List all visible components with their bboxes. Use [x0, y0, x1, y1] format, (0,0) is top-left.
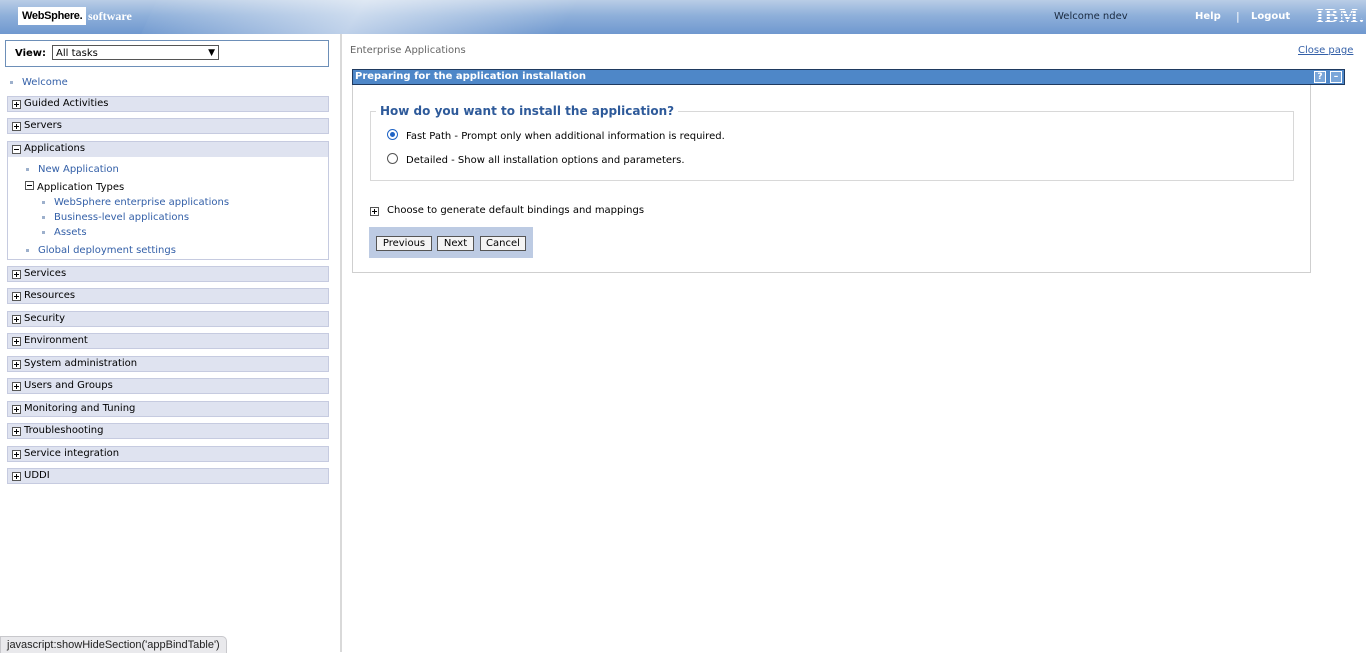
- nav-category-services[interactable]: Services: [7, 266, 329, 282]
- nav-category-service-integration[interactable]: Service integration: [7, 446, 329, 462]
- help-link[interactable]: Help: [1195, 11, 1221, 22]
- expand-icon: [12, 122, 21, 131]
- nav-item-global-deployment-settings[interactable]: Global deployment settings: [26, 245, 176, 256]
- nav-category-label: Services: [24, 268, 67, 279]
- nav-category-label: System administration: [24, 358, 138, 369]
- top-banner: WebSphere. software Welcome ndev Help | …: [0, 0, 1366, 34]
- nav-category-label: Service integration: [24, 448, 120, 459]
- help-icon[interactable]: ?: [1314, 71, 1326, 83]
- bullet-icon: [26, 248, 29, 252]
- panel-titlebar: Preparing for the application installati…: [352, 69, 1345, 85]
- browser-status-bar: javascript:showHideSection('appBindTable…: [0, 636, 227, 653]
- nav-item-label: New Application: [38, 164, 119, 175]
- nav-item-welcome-label: Welcome: [22, 77, 68, 88]
- banner-separator: |: [1236, 10, 1240, 23]
- nav-category-applications-panel: Applications New Application Application…: [7, 141, 329, 260]
- nav-item-label: Assets: [54, 227, 87, 238]
- nav-category-system-administration[interactable]: System administration: [7, 356, 329, 372]
- nav-category-resources[interactable]: Resources: [7, 288, 329, 304]
- nav-category-label: Security: [24, 313, 66, 324]
- page-title: Preparing for the application installati…: [355, 71, 586, 82]
- nav-category-label: Environment: [24, 335, 88, 346]
- expand-icon: [12, 450, 21, 459]
- nav-category-servers[interactable]: Servers: [7, 118, 329, 134]
- next-button[interactable]: Next: [437, 236, 474, 251]
- bullet-icon: [42, 230, 45, 234]
- expand-icon: [12, 270, 21, 279]
- bullet-icon: [42, 200, 45, 204]
- welcome-user-text: Welcome ndev: [1054, 11, 1128, 22]
- logout-link[interactable]: Logout: [1251, 11, 1290, 22]
- nav-category-guided-activities[interactable]: Guided Activities: [7, 96, 329, 112]
- install-options-group: [370, 111, 1294, 181]
- detailed-label[interactable]: Detailed - Show all installation options…: [406, 155, 685, 166]
- nav-category-label: Users and Groups: [24, 380, 113, 391]
- nav-item-new-application[interactable]: New Application: [26, 164, 119, 175]
- nav-category-label: Troubleshooting: [24, 425, 104, 436]
- install-question: How do you want to install the applicati…: [376, 104, 679, 118]
- ibm-logo: IBM.: [1316, 5, 1365, 27]
- nav-category-monitoring-and-tuning[interactable]: Monitoring and Tuning: [7, 401, 329, 417]
- view-selector-box: View: All tasks ▼: [5, 40, 329, 67]
- nav-category-applications[interactable]: Applications: [8, 142, 328, 157]
- fast-path-label[interactable]: Fast Path - Prompt only when additional …: [406, 131, 725, 142]
- nav-category-label: UDDI: [24, 470, 50, 481]
- nav-item-websphere-enterprise-applications[interactable]: WebSphere enterprise applications: [42, 197, 229, 208]
- view-label: View:: [15, 48, 47, 59]
- detailed-radio[interactable]: [387, 153, 398, 164]
- nav-category-label: Resources: [24, 290, 76, 301]
- expand-icon: [12, 405, 21, 414]
- expand-icon: [12, 382, 21, 391]
- nav-item-label: Global deployment settings: [38, 245, 176, 256]
- nav-category-troubleshooting[interactable]: Troubleshooting: [7, 423, 329, 439]
- bullet-icon: [42, 215, 45, 219]
- expand-icon: [12, 472, 21, 481]
- nav-group-application-types[interactable]: Application Types: [25, 181, 124, 193]
- button-bar: Previous Next Cancel: [369, 227, 533, 258]
- expand-icon: [12, 100, 21, 109]
- nav-category-uddi[interactable]: UDDI: [7, 468, 329, 484]
- nav-item-label: WebSphere enterprise applications: [54, 197, 230, 208]
- bullet-icon: [26, 167, 29, 171]
- nav-item-assets[interactable]: Assets: [42, 227, 87, 238]
- expand-icon: [12, 315, 21, 324]
- collapse-icon: [12, 145, 21, 154]
- view-select[interactable]: All tasks ▼: [52, 45, 219, 60]
- software-logo-text: software: [88, 9, 132, 23]
- expand-icon: [12, 360, 21, 369]
- previous-button[interactable]: Previous: [376, 236, 432, 251]
- expand-icon: [12, 292, 21, 301]
- bullet-icon: [10, 80, 13, 84]
- cancel-button[interactable]: Cancel: [480, 236, 526, 251]
- nav-category-users-and-groups[interactable]: Users and Groups: [7, 378, 329, 394]
- nav-category-security[interactable]: Security: [7, 311, 329, 327]
- navigation-panel: View: All tasks ▼ Welcome Guided Activit…: [0, 34, 340, 652]
- chevron-down-icon: ▼: [208, 48, 215, 58]
- collapse-icon: [25, 181, 34, 190]
- nav-item-business-level-applications[interactable]: Business-level applications: [42, 212, 189, 223]
- nav-category-label: Guided Activities: [24, 98, 109, 109]
- expand-icon: [12, 427, 21, 436]
- nav-category-label: Monitoring and Tuning: [24, 403, 136, 414]
- nav-category-label: Applications: [24, 143, 86, 154]
- nav-category-label: Servers: [24, 120, 63, 131]
- nav-group-label: Application Types: [37, 182, 125, 193]
- nav-category-environment[interactable]: Environment: [7, 333, 329, 349]
- close-page-link[interactable]: Close page: [1298, 45, 1353, 56]
- expand-icon[interactable]: [370, 207, 379, 216]
- nav-item-label: Business-level applications: [54, 212, 190, 223]
- panel-divider[interactable]: [340, 34, 342, 652]
- bindings-toggle-link[interactable]: Choose to generate default bindings and …: [387, 205, 644, 216]
- minimize-icon[interactable]: –: [1330, 71, 1342, 83]
- view-select-value: All tasks: [56, 48, 98, 59]
- banner-decoration: [129, 0, 691, 34]
- breadcrumb: Enterprise Applications: [350, 45, 466, 56]
- fast-path-radio[interactable]: [387, 129, 398, 140]
- websphere-logo: WebSphere.: [18, 7, 87, 25]
- nav-item-welcome[interactable]: Welcome: [10, 77, 68, 88]
- expand-icon: [12, 337, 21, 346]
